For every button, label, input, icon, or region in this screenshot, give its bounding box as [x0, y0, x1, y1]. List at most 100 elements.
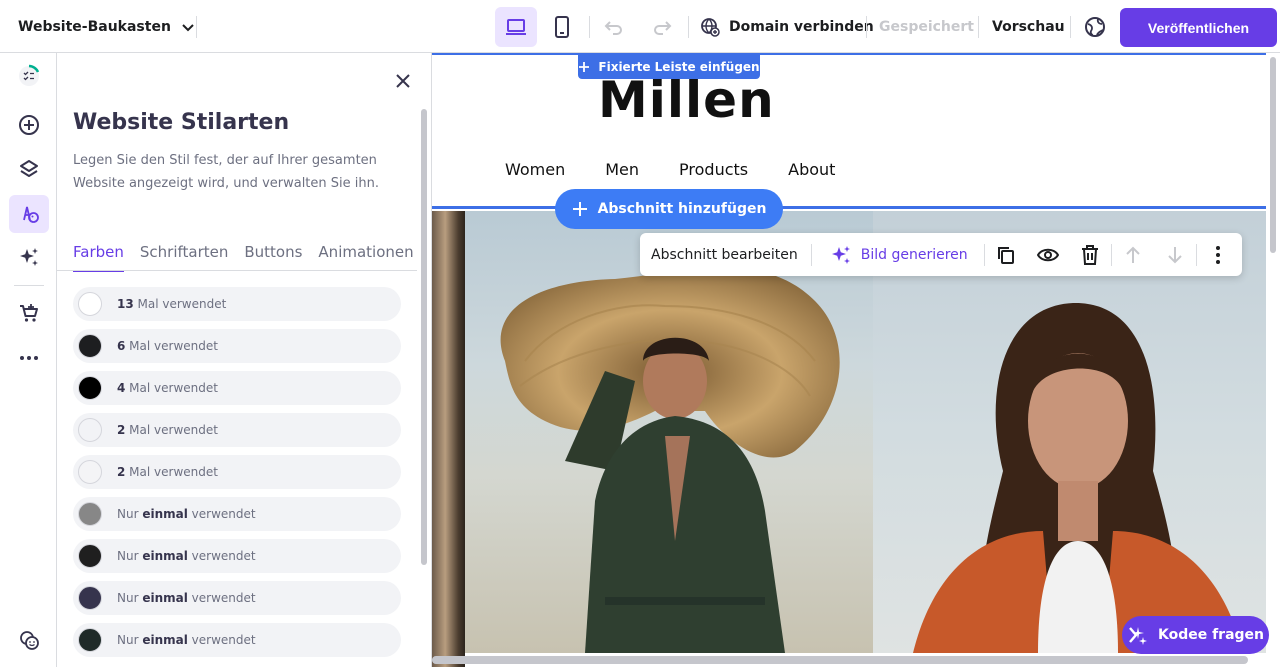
undo-icon [604, 21, 622, 35]
move-up-button[interactable] [1112, 233, 1154, 276]
store-button[interactable] [9, 294, 49, 332]
duplicate-section-button[interactable] [985, 233, 1027, 276]
color-usage: 2 Mal verwendet [117, 423, 218, 437]
more-button[interactable] [9, 339, 49, 377]
color-swatch [78, 334, 102, 358]
divider [810, 243, 812, 266]
chevron-down-icon [182, 23, 194, 31]
more-vertical-icon [1215, 245, 1220, 264]
section-toolbar: Abschnitt bearbeiten Bild generieren [640, 233, 1242, 276]
color-usage: Nur einmal verwendet [117, 633, 256, 647]
tab-buttons[interactable]: Buttons [244, 243, 302, 271]
color-item[interactable]: Nur einmal verwendet [73, 497, 401, 531]
edit-section-button[interactable]: Abschnitt bearbeiten [651, 247, 798, 263]
color-item[interactable]: 2 Mal verwendet [73, 413, 401, 447]
canvas-horizontal-scrollbar[interactable] [432, 656, 1248, 664]
ask-kodee-button[interactable]: Kodee fragen [1122, 616, 1269, 654]
website-styles-button[interactable] [9, 195, 49, 233]
gallery-image-hat-woman[interactable] [465, 211, 873, 653]
generate-image-label: Bild generieren [860, 246, 968, 263]
connect-domain-label: Domain verbinden [729, 18, 874, 35]
tab-animations[interactable]: Animationen [318, 243, 413, 271]
publish-button[interactable]: Veröffentlichen [1120, 8, 1277, 47]
redo-icon [654, 21, 672, 35]
color-swatch [78, 418, 102, 442]
arrow-down-icon [1167, 246, 1182, 263]
mobile-view-button[interactable] [541, 7, 583, 47]
tab-colors[interactable]: Farben [73, 243, 124, 272]
more-options-button[interactable] [1197, 233, 1239, 276]
color-item[interactable]: Nur einmal verwendet [73, 581, 401, 615]
builder-menu[interactable]: Website-Baukasten [18, 0, 195, 53]
arrow-up-icon [1125, 246, 1140, 263]
nav-item-women[interactable]: Women [505, 160, 565, 179]
color-item[interactable]: 6 Mal verwendet [73, 329, 401, 363]
add-fixed-bar-button[interactable]: Fixierte Leiste einfügen [578, 55, 760, 79]
top-bar: Website-Baukasten Domain verbinden Gespe… [0, 0, 1280, 53]
move-down-button[interactable] [1154, 233, 1196, 276]
ask-kodee-label: Kodee fragen [1157, 627, 1265, 643]
tab-fonts[interactable]: Schriftarten [140, 243, 228, 271]
nav-item-about[interactable]: About [788, 160, 835, 179]
more-horizontal-icon [20, 356, 38, 360]
globe-plus-icon [701, 17, 720, 37]
undo-button[interactable] [593, 7, 635, 47]
gallery-image-portrait-woman[interactable] [873, 211, 1266, 653]
color-item[interactable]: Nur einmal verwendet [73, 623, 401, 657]
nav-item-products[interactable]: Products [679, 160, 748, 179]
portrait-woman-photo [913, 302, 1243, 653]
gallery-image-partial[interactable] [432, 211, 465, 667]
canvas-vertical-scrollbar[interactable] [1270, 57, 1276, 253]
plus-icon [572, 202, 587, 216]
add-section-button[interactable]: Abschnitt hinzufügen [555, 189, 783, 229]
mobile-icon [555, 16, 569, 38]
hat-woman-photo [500, 268, 840, 653]
connect-domain-button[interactable]: Domain verbinden [700, 0, 874, 53]
redo-button[interactable] [641, 7, 683, 47]
generate-image-button[interactable]: Bild generieren [830, 244, 968, 266]
color-usage: 2 Mal verwendet [117, 465, 218, 479]
close-icon[interactable] [393, 71, 413, 91]
website-styles-panel: Website Stilarten Legen Sie den Stil fes… [57, 53, 432, 667]
add-element-button[interactable] [9, 106, 49, 144]
color-swatch [78, 292, 102, 316]
checklist-button[interactable] [9, 57, 49, 95]
ai-tools-button[interactable] [9, 238, 49, 276]
plus-circle-icon [19, 115, 39, 135]
eye-icon [1036, 248, 1059, 261]
nav-item-men[interactable]: Men [605, 160, 639, 179]
color-usage: 4 Mal verwendet [117, 381, 218, 395]
delete-section-button[interactable] [1069, 233, 1111, 276]
panel-scrollbar[interactable] [421, 109, 427, 565]
site-logo[interactable]: Millen [598, 71, 775, 129]
website-canvas: Millen Women Men Products About Fixierte… [432, 53, 1280, 667]
trash-icon [1081, 244, 1098, 265]
checklist-progress-icon [19, 64, 40, 86]
palette-icon [23, 206, 39, 223]
left-rail [0, 53, 57, 667]
color-usage: Nur einmal verwendet [117, 507, 256, 521]
copy-icon [997, 246, 1014, 264]
color-item[interactable]: 2 Mal verwendet [73, 455, 401, 489]
divider [589, 16, 590, 38]
desktop-view-button[interactable] [495, 7, 537, 47]
brand-label: Website-Baukasten [18, 18, 171, 35]
layers-button[interactable] [9, 150, 49, 188]
color-item[interactable]: 13 Mal verwendet [73, 287, 401, 321]
header-selection-top [432, 53, 1266, 55]
color-item[interactable]: Nur einmal verwendet [73, 539, 401, 573]
language-button[interactable] [1074, 7, 1116, 47]
color-item[interactable]: 4 Mal verwendet [73, 371, 401, 405]
color-usage: 13 Mal verwendet [117, 297, 227, 311]
add-section-label: Abschnitt hinzufügen [597, 201, 767, 217]
divider [1070, 16, 1071, 38]
plus-icon [579, 62, 590, 72]
saved-status: Gespeichert [879, 18, 974, 35]
divider [196, 16, 197, 38]
preview-button[interactable]: Vorschau [992, 0, 1065, 53]
divider [866, 16, 867, 38]
color-swatch [78, 628, 102, 652]
cart-plus-icon [20, 304, 38, 322]
help-button[interactable] [9, 621, 49, 659]
hide-section-button[interactable] [1027, 233, 1069, 276]
